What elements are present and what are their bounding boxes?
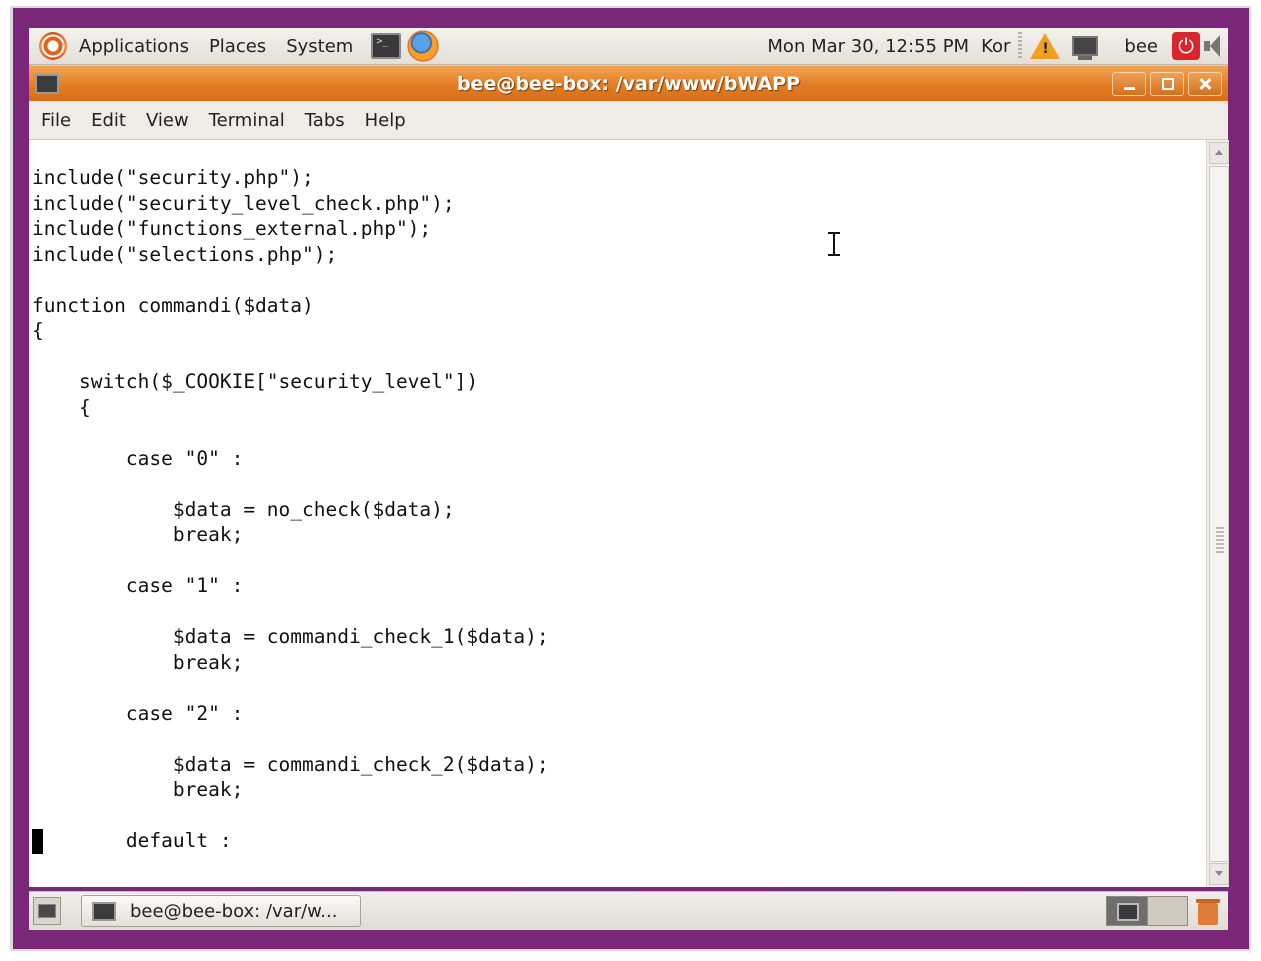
- terminal-line: {: [32, 319, 44, 342]
- terminal-menubar: File Edit View Terminal Tabs Help: [29, 101, 1228, 140]
- panel-separator: [1018, 32, 1023, 60]
- taskbar-terminal-label: bee@bee-box: /var/w...: [130, 900, 338, 922]
- warning-icon[interactable]: !: [1030, 33, 1061, 59]
- menu-file[interactable]: File: [37, 108, 75, 133]
- terminal-line: case "2" :: [32, 701, 244, 725]
- menu-terminal[interactable]: Terminal: [205, 108, 289, 133]
- taskbar-terminal-button[interactable]: bee@bee-box: /var/w...: [81, 895, 361, 927]
- keyboard-layout-indicator[interactable]: Kor: [981, 36, 1010, 57]
- menu-tabs[interactable]: Tabs: [301, 108, 349, 133]
- places-menu[interactable]: Places: [205, 34, 270, 59]
- top-panel: Applications Places System Mon Mar 30, 1…: [29, 28, 1228, 65]
- terminal-line: include("functions_external.php");: [32, 217, 432, 240]
- workspace-1[interactable]: [1107, 897, 1148, 925]
- window-title: bee@bee-box: /var/www/bWAPP: [456, 73, 801, 95]
- terminal-text: include("security.php"); include("securi…: [32, 165, 549, 854]
- terminal-line: default :: [32, 829, 232, 852]
- clock[interactable]: Mon Mar 30, 12:55 PM: [767, 36, 969, 57]
- minimize-button[interactable]: [1112, 72, 1146, 96]
- menu-view[interactable]: View: [142, 108, 193, 133]
- close-button[interactable]: [1188, 72, 1222, 96]
- bottom-panel: bee@bee-box: /var/w...: [29, 891, 1228, 930]
- scrollbar-grip: [1216, 527, 1224, 553]
- terminal-line: break;: [32, 650, 244, 674]
- workspace-switcher[interactable]: [1106, 896, 1188, 926]
- terminal-task-icon: [92, 901, 116, 921]
- applications-menu[interactable]: Applications: [75, 34, 193, 59]
- terminal-line: case "0" :: [32, 446, 244, 470]
- terminal-output[interactable]: include("security.php"); include("securi…: [29, 140, 1206, 887]
- panel-status-area: Mon Mar 30, 12:55 PM Kor ! bee ⏻: [767, 28, 1228, 64]
- ubuntu-logo-icon[interactable]: [39, 32, 67, 60]
- system-menu[interactable]: System: [282, 34, 357, 59]
- maximize-button[interactable]: [1150, 72, 1184, 96]
- volume-icon[interactable]: [1204, 35, 1224, 57]
- terminal-launcher-icon[interactable]: [371, 33, 402, 59]
- terminal-line: case "1" :: [32, 574, 244, 597]
- menu-edit[interactable]: Edit: [87, 108, 130, 133]
- vertical-scrollbar[interactable]: [1206, 140, 1229, 887]
- terminal-line: break;: [32, 778, 244, 801]
- terminal-line: function commandi($data): [32, 293, 314, 317]
- window-titlebar[interactable]: bee@bee-box: /var/www/bWAPP: [29, 65, 1228, 102]
- network-icon[interactable]: [1072, 36, 1099, 60]
- terminal-line: include("security.php");: [32, 166, 314, 189]
- menu-help[interactable]: Help: [361, 108, 410, 133]
- trash-icon[interactable]: [1195, 897, 1221, 925]
- scrollbar-thumb[interactable]: [1209, 166, 1229, 862]
- scroll-up-arrow-icon[interactable]: [1209, 142, 1229, 164]
- scroll-down-arrow-icon[interactable]: [1209, 863, 1229, 885]
- terminal-line: switch($_COOKIE["security_level"]): [32, 370, 479, 393]
- mouse-ibeam-cursor-icon: [827, 232, 841, 256]
- terminal-line: $data = no_check($data);: [32, 497, 455, 521]
- terminal-line: $data = commandi_check_2($data);: [32, 752, 549, 776]
- terminal-line: break;: [32, 523, 244, 546]
- window-controls: [1112, 72, 1222, 96]
- user-switcher[interactable]: bee: [1124, 36, 1158, 57]
- terminal-line: {: [32, 395, 91, 419]
- firefox-launcher-icon[interactable]: [407, 30, 440, 62]
- power-icon[interactable]: ⏻: [1172, 32, 1200, 60]
- terminal-line: $data = commandi_check_1($data);: [32, 625, 549, 648]
- show-desktop-icon[interactable]: [33, 897, 61, 925]
- terminal-line: include("security_level_check.php");: [32, 191, 455, 215]
- text-cursor: [32, 829, 43, 854]
- terminal-line: include("selections.php");: [32, 242, 338, 266]
